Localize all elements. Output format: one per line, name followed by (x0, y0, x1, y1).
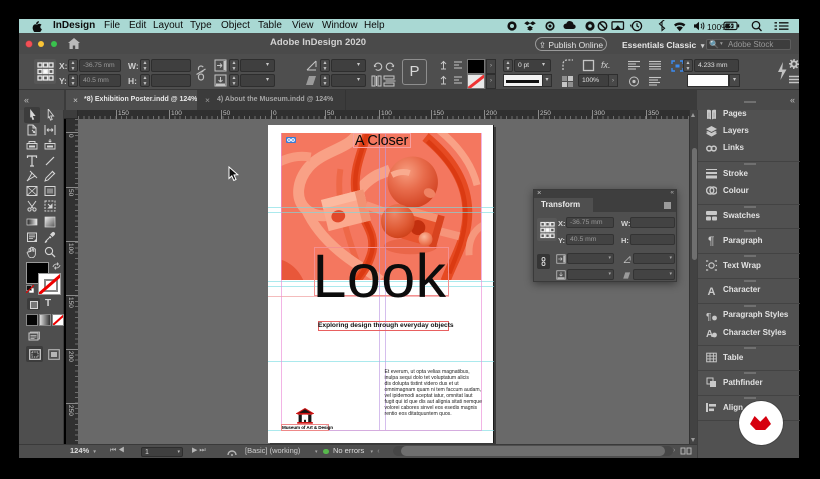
svg-text:A: A (708, 286, 716, 296)
svg-text:¶: ¶ (708, 235, 714, 246)
svg-text:¶: ¶ (706, 312, 711, 321)
svg-text:A: A (706, 329, 713, 338)
